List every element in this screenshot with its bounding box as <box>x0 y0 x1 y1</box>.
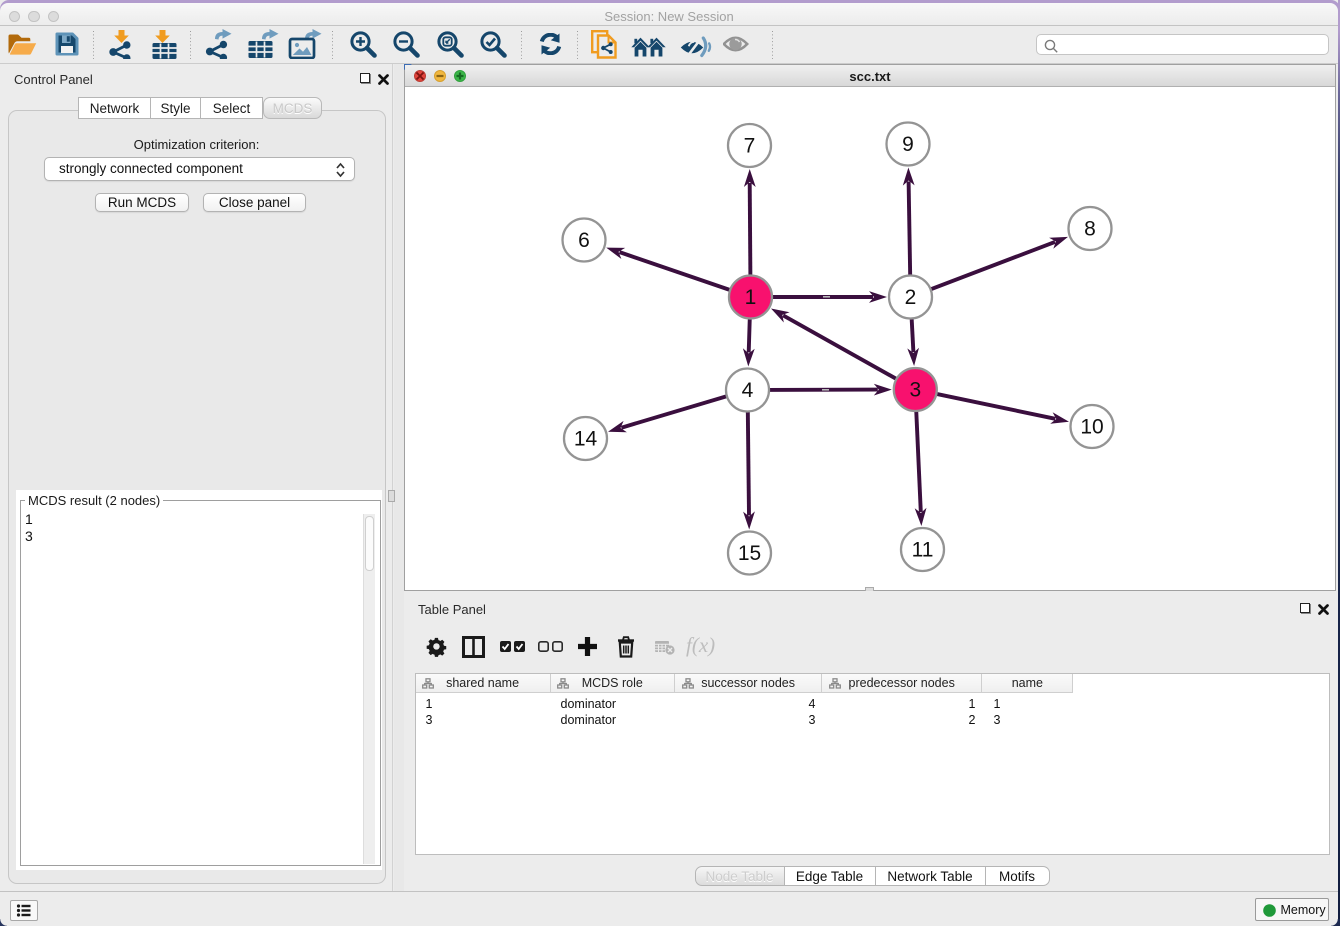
svg-text:6: 6 <box>578 229 590 252</box>
svg-text:7: 7 <box>744 135 756 158</box>
svg-text:15: 15 <box>738 542 761 565</box>
svg-text:10: 10 <box>1080 416 1103 439</box>
svg-text:9: 9 <box>902 133 914 156</box>
svg-text:3: 3 <box>909 379 921 402</box>
svg-text:8: 8 <box>1084 218 1096 241</box>
svg-text:14: 14 <box>574 428 598 451</box>
svg-text:1: 1 <box>745 286 757 309</box>
svg-text:11: 11 <box>912 539 934 562</box>
svg-text:4: 4 <box>742 379 754 402</box>
svg-text:2: 2 <box>905 286 917 309</box>
